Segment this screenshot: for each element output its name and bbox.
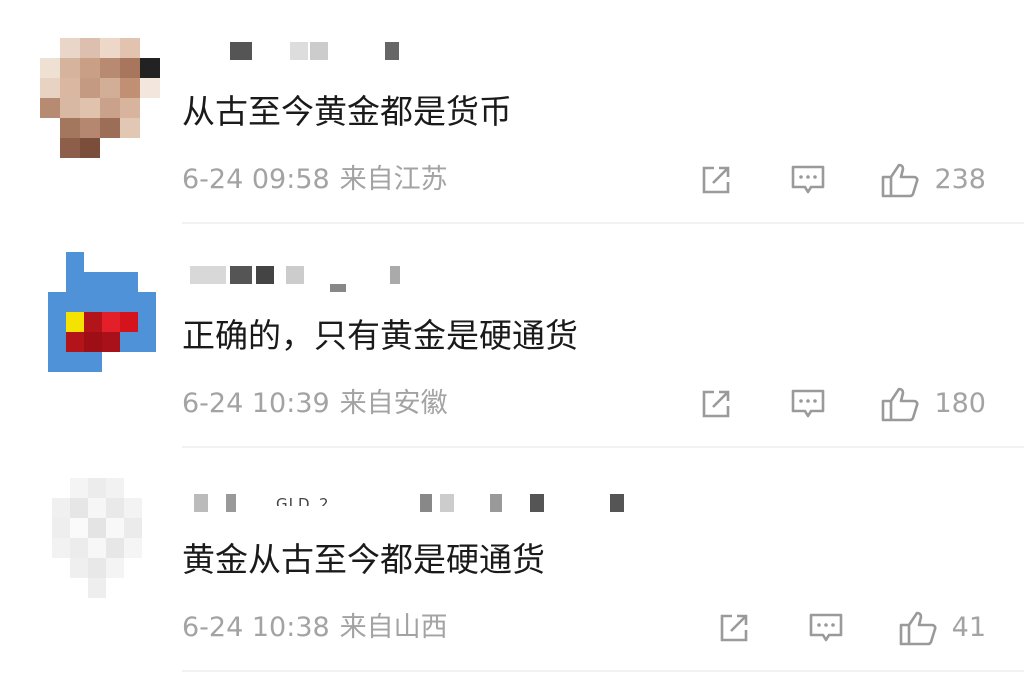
like-button[interactable]: 41 — [898, 609, 986, 647]
comment-list: 从古至今黄金都是货币 6-24 09:58 来自江苏 238 正确的，只有黄金是… — [0, 0, 1024, 683]
like-count: 41 — [951, 612, 986, 643]
reply-button[interactable] — [788, 387, 828, 421]
comment-actions: 238 — [696, 160, 986, 200]
share-button[interactable] — [714, 611, 754, 645]
comment-date: 6-24 09:58 — [182, 164, 330, 195]
comment-icon — [792, 165, 825, 194]
like-icon — [882, 163, 919, 198]
username-mosaic[interactable] — [190, 42, 420, 64]
share-icon — [703, 166, 730, 194]
share-icon — [703, 390, 730, 418]
comment-actions: 41 — [714, 608, 986, 648]
reply-button[interactable] — [806, 611, 846, 645]
comment-location: 来自山西 — [339, 612, 448, 643]
avatar[interactable] — [48, 252, 158, 374]
comment-icon — [809, 613, 842, 642]
divider — [182, 670, 1024, 672]
comment-meta: 6-24 10:39 来自安徽 — [182, 388, 448, 420]
like-icon — [882, 387, 919, 422]
username-fragment: GLD_2 — [276, 495, 330, 506]
comment-item: 从古至今黄金都是货币 6-24 09:58 来自江苏 238 — [0, 0, 1024, 224]
comment-icon — [792, 389, 825, 418]
share-button[interactable] — [696, 387, 736, 421]
share-button[interactable] — [696, 163, 736, 197]
like-count: 238 — [934, 164, 986, 195]
comment-actions: 180 — [696, 384, 986, 424]
comment-text: 黄金从古至今都是硬通货 — [182, 540, 545, 579]
comment-location: 来自江苏 — [339, 164, 448, 195]
comment-item: GLD_2 黄金从古至今都是硬通货 6-24 10:38 来自山西 41 — [0, 448, 1024, 683]
comment-meta: 6-24 10:38 来自山西 — [182, 612, 448, 644]
comment-text: 从古至今黄金都是货币 — [182, 92, 512, 131]
like-button[interactable]: 238 — [880, 161, 986, 199]
avatar[interactable] — [40, 38, 160, 158]
comment-text: 正确的，只有黄金是硬通货 — [182, 316, 578, 355]
share-icon — [720, 614, 747, 642]
comment-item: 正确的，只有黄金是硬通货 6-24 10:39 来自安徽 180 — [0, 224, 1024, 448]
reply-button[interactable] — [788, 163, 828, 197]
comment-meta: 6-24 09:58 来自江苏 — [182, 164, 448, 196]
comment-date: 6-24 10:38 — [182, 612, 330, 643]
comment-location: 来自安徽 — [339, 388, 448, 419]
like-icon — [899, 611, 937, 646]
username-mosaic[interactable] — [190, 494, 650, 516]
comment-date: 6-24 10:39 — [182, 388, 330, 419]
like-button[interactable]: 180 — [880, 385, 986, 423]
username-mosaic[interactable] — [190, 266, 420, 292]
avatar[interactable] — [52, 478, 160, 602]
like-count: 180 — [934, 388, 986, 419]
